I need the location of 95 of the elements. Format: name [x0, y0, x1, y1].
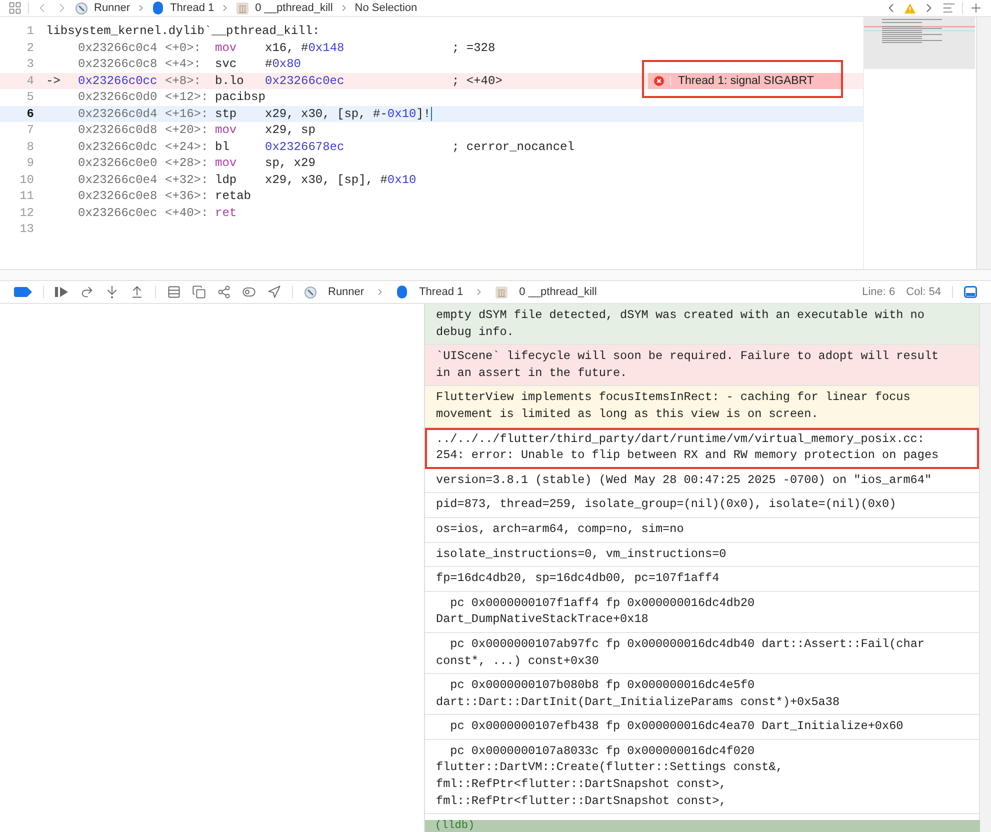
- location-icon[interactable]: [267, 285, 281, 299]
- function-header: libsystem_kernel.dylib`__pthread_kill:: [46, 24, 320, 38]
- address: 0x23266c0e8: [78, 189, 158, 204]
- mnemonic: b.lo: [215, 74, 244, 88]
- stack-frame-icon: [236, 2, 250, 14]
- grid-icon[interactable]: [8, 1, 22, 15]
- comment: ; <+40>: [452, 74, 502, 88]
- breadcrumb[interactable]: 0 __pthread_kill: [255, 2, 333, 14]
- line-number: 4: [26, 74, 35, 88]
- toggle-icon[interactable]: [242, 285, 256, 299]
- line-number: 1: [26, 24, 35, 38]
- offset: <+36>:: [165, 189, 208, 204]
- offset: <+4>:: [165, 57, 202, 72]
- offset: <+0>:: [165, 40, 202, 55]
- address: 0x23266c0d0: [78, 90, 158, 104]
- debug-breadcrumb[interactable]: Runner: [328, 286, 364, 298]
- offset: <+28>:: [165, 156, 208, 170]
- debug-breadcrumb[interactable]: Thread 1: [419, 286, 464, 298]
- operands: x29, sp: [265, 123, 316, 138]
- line-number: 9: [26, 156, 35, 170]
- address: 0x23266c0e0: [78, 156, 158, 170]
- mnemonic: mov: [215, 123, 237, 138]
- line-number: 5: [26, 90, 35, 104]
- app-icon: [304, 286, 317, 298]
- step-out-icon[interactable]: [130, 285, 144, 299]
- mnemonic: ldp: [215, 172, 237, 187]
- debug-breadcrumb[interactable]: 0 __pthread_kill: [519, 286, 597, 298]
- operands: x16, #0x148: [265, 40, 344, 55]
- console-message: pc 0x0000000107f1aff4 fp 0x000000016dc4db20 Dart_DumpNativeStackTrace+0x18: [425, 592, 979, 633]
- mnemonic: ret: [215, 206, 237, 220]
- console-message: empty dSYM file detected, dSYM was created with an executable with no debug info.: [425, 304, 979, 346]
- issue-banner[interactable]: Thread 1: signal SIGABRT: [648, 72, 843, 88]
- operands: x29, x30, [sp, #-0x10]!: [265, 106, 432, 121]
- address: 0x23266c0d4: [78, 106, 158, 121]
- line-indicator: Line: 6: [862, 286, 896, 298]
- line-number: 11: [18, 189, 35, 204]
- breadcrumb[interactable]: No Selection: [354, 2, 418, 14]
- add-icon[interactable]: [969, 1, 983, 15]
- line-number: 2: [26, 40, 35, 55]
- step-into-icon[interactable]: [105, 285, 119, 299]
- mnemonic: svc: [215, 57, 237, 72]
- error-icon: [654, 76, 664, 86]
- panel-toggle-icon[interactable]: [964, 286, 977, 298]
- operands: #0x80: [265, 57, 302, 72]
- offset: <+12>:: [165, 90, 208, 104]
- line-number: 7: [26, 123, 35, 138]
- address: 0x23266c0e4: [78, 172, 158, 187]
- line-number: 13: [18, 222, 35, 236]
- offset: <+16>:: [165, 106, 208, 121]
- address: 0x23266c0c4: [78, 40, 158, 55]
- mnemonic: bl: [215, 140, 230, 154]
- operands: 0x23266c0ec: [265, 74, 344, 88]
- console-message: `UIScene` lifecycle will soon be required. Failure to adopt will result in an assert in the future.: [425, 345, 979, 386]
- pc-arrow: ->: [46, 74, 60, 88]
- console-message: FlutterView implements focusItemsInRect: - caching for linear focus movement is limited as long as this view is on screen.: [425, 386, 979, 428]
- line-number: 10: [18, 172, 35, 187]
- offset: <+24>:: [165, 140, 208, 154]
- line-number: 12: [18, 206, 35, 220]
- line-number: 8: [26, 140, 35, 154]
- address: 0x23266c0c8: [78, 57, 158, 72]
- mnemonic: mov: [215, 156, 237, 170]
- operands: x29, x30, [sp], #0x10: [265, 172, 416, 187]
- graph-icon[interactable]: [217, 285, 231, 299]
- line-number: 3: [26, 57, 35, 72]
- mnemonic: retab: [215, 189, 252, 204]
- offset: <+40>:: [165, 206, 208, 220]
- rows-icon[interactable]: [167, 285, 181, 299]
- breadcrumb[interactable]: Thread 1: [170, 2, 214, 14]
- address: 0x23266c0dc: [78, 140, 158, 154]
- offset: <+32>:: [165, 172, 208, 187]
- address: 0x23266c0ec: [78, 206, 158, 220]
- mnemonic: stp: [215, 106, 237, 121]
- console-message: ../../../flutter/third_party/dart/runtime/vm/virtual_memory_posix.cc: 254: error: Unable to flip between RX and RW memory protection on pages: [425, 428, 979, 469]
- address: 0x23266c0cc: [78, 74, 158, 88]
- mnemonic: mov: [215, 40, 237, 55]
- comment: ; =328: [452, 40, 496, 55]
- mnemonic: pacibsp: [215, 90, 266, 104]
- thread-icon: [396, 285, 408, 299]
- offset: <+20>:: [165, 123, 208, 138]
- breakpoint-icon[interactable]: [14, 287, 32, 297]
- continue-icon[interactable]: [55, 286, 69, 298]
- breadcrumb[interactable]: Runner: [94, 2, 130, 14]
- stack-frame-icon: [495, 286, 508, 298]
- step-over-icon[interactable]: [80, 285, 94, 299]
- layers-icon[interactable]: [192, 285, 206, 299]
- column-indicator: Col: 54: [906, 286, 941, 298]
- offset: <+8>:: [165, 74, 202, 88]
- address: 0x23266c0d8: [78, 123, 158, 138]
- operands: sp, x29: [265, 156, 316, 170]
- line-number: 6: [26, 106, 35, 121]
- operands: 0x2326678ec: [265, 140, 344, 154]
- console-message: isolate_instructions=0, vm_instructions=0: [425, 542, 979, 568]
- lines-icon[interactable]: [942, 1, 956, 15]
- thread-icon: [152, 1, 164, 15]
- comment: ; cerror_nocancel: [452, 140, 574, 154]
